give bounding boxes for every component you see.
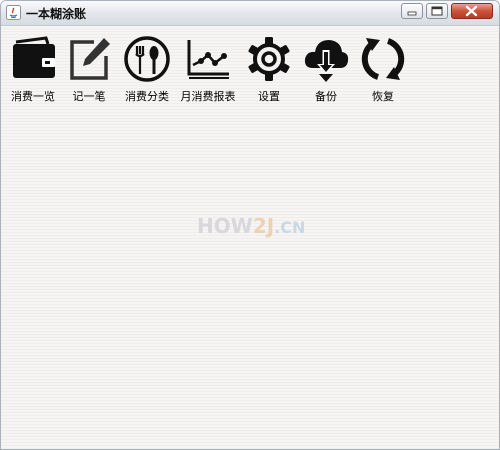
maximize-icon (431, 6, 443, 16)
toolbar-item-add-record[interactable]: 记一笔 (61, 34, 117, 104)
toolbar-item-backup[interactable]: 备份 (298, 34, 354, 104)
watermark-part: 2J (252, 214, 275, 238)
toolbar-item-category[interactable]: 消费分类 (119, 34, 175, 104)
close-icon (465, 5, 478, 17)
watermark-part: .CN (274, 218, 306, 237)
refresh-icon (361, 38, 405, 80)
title-bar[interactable]: 一本糊涂账 (1, 1, 499, 26)
fork-knife-plate-icon (124, 36, 170, 82)
toolbar-item-overview[interactable]: 消费一览 (4, 34, 62, 104)
maximize-button[interactable] (426, 3, 448, 19)
toolbar: 消费一览 记一笔 消费分类 月消费报表 设置 备份 恢复 (1, 34, 499, 104)
window-title: 一本糊涂账 (26, 7, 87, 21)
app-window: 一本糊涂账 消费一览 记一笔 消费分类 月消费报表 设置 备份 恢复 HOW2J… (0, 0, 500, 450)
minimize-button[interactable] (401, 3, 423, 19)
edit-icon (70, 38, 110, 80)
toolbar-item-monthly-report[interactable]: 月消费报表 (177, 34, 239, 104)
toolbar-item-label: 消费一览 (11, 90, 55, 103)
toolbar-item-label: 记一笔 (72, 90, 106, 103)
line-chart-icon (187, 40, 229, 79)
minimize-icon (407, 11, 417, 16)
wallet-icon (13, 36, 55, 78)
toolbar-item-settings[interactable]: 设置 (241, 34, 297, 104)
main-panel: 消费一览 记一笔 消费分类 月消费报表 设置 备份 恢复 HOW2J.CN (1, 26, 499, 449)
toolbar-item-label: 恢复 (372, 90, 394, 103)
java-app-icon (6, 5, 21, 20)
toolbar-item-label: 备份 (315, 90, 337, 103)
watermark-part: HOW (197, 214, 253, 238)
toolbar-item-label: 设置 (258, 90, 280, 103)
cloud-download-icon (304, 40, 349, 82)
toolbar-item-restore[interactable]: 恢复 (355, 34, 411, 104)
close-button[interactable] (451, 3, 493, 19)
toolbar-item-label: 月消费报表 (180, 90, 236, 103)
gear-icon (248, 37, 290, 81)
toolbar-item-label: 消费分类 (125, 90, 169, 103)
watermark-logo: HOW2J.CN (197, 214, 305, 238)
